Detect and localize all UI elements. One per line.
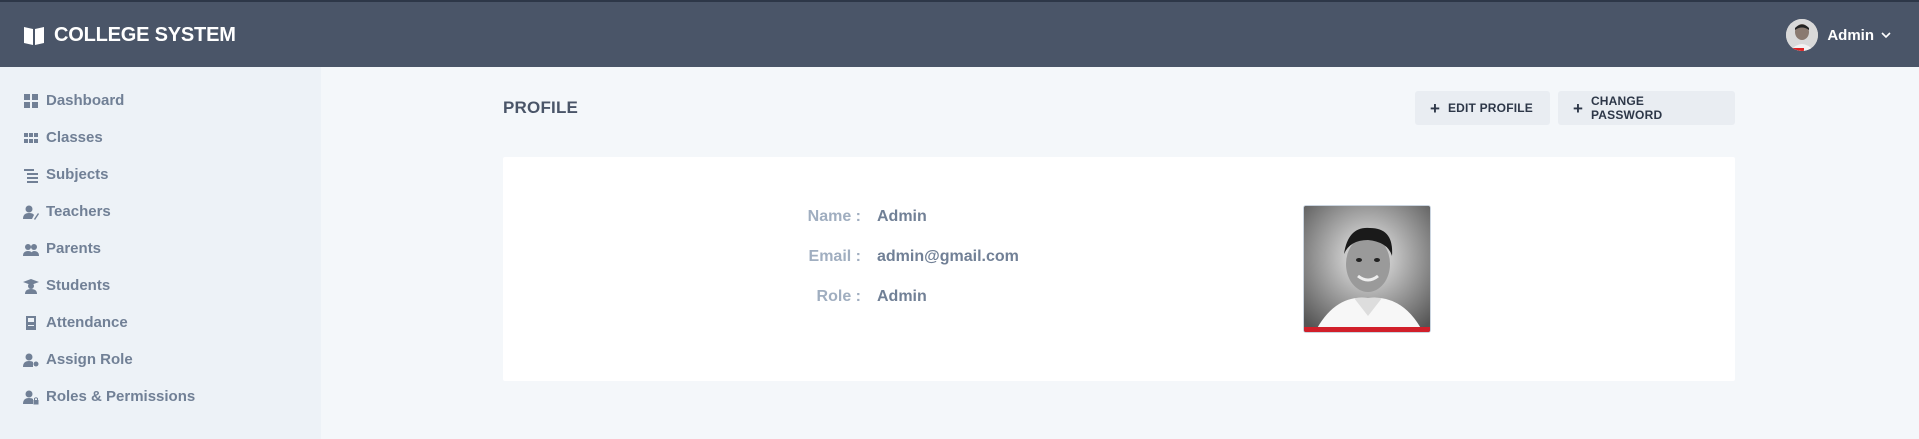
edit-profile-button[interactable]: + EDIT PROFILE — [1415, 91, 1550, 125]
email-label: Email : — [808, 248, 861, 265]
sidebar-item-dashboard[interactable]: Dashboard — [23, 92, 124, 109]
book-icon — [24, 26, 44, 45]
change-password-button[interactable]: + CHANGE PASSWORD — [1558, 91, 1735, 125]
user-lock-icon — [23, 390, 39, 404]
email-value: admin@gmail.com — [877, 248, 1019, 265]
list-icon — [24, 168, 38, 183]
sidebar-item-label: Roles & Permissions — [46, 388, 196, 405]
user-edit-icon — [23, 205, 39, 220]
grid-icon — [24, 93, 38, 108]
sidebar-item-label: Assign Role — [46, 351, 133, 368]
top-navbar: COLLEGE SYSTEM Admin — [0, 0, 1919, 67]
sidebar-item-roles-permissions[interactable]: Roles & Permissions — [23, 388, 195, 405]
plus-icon: + — [1430, 98, 1440, 118]
sidebar-item-assign-role[interactable]: Assign Role — [23, 351, 133, 368]
profile-photo — [1303, 205, 1431, 333]
sidebar-item-attendance[interactable]: Attendance — [23, 314, 128, 331]
sidebar: Dashboard Classes Subjects Teachers Pare… — [0, 67, 321, 439]
users-icon — [23, 243, 39, 256]
clipboard-icon — [26, 315, 36, 330]
sidebar-item-subjects[interactable]: Subjects — [23, 166, 109, 183]
sidebar-item-classes[interactable]: Classes — [23, 129, 103, 146]
apps-icon — [24, 132, 38, 143]
sidebar-item-students[interactable]: Students — [23, 277, 110, 294]
app-title: COLLEGE SYSTEM — [54, 24, 236, 46]
sidebar-item-label: Subjects — [46, 166, 109, 183]
plus-icon: + — [1573, 98, 1583, 118]
sidebar-item-label: Students — [46, 277, 111, 294]
change-password-label: CHANGE PASSWORD — [1590, 94, 1663, 122]
graduate-icon — [23, 278, 39, 294]
sidebar-item-label: Attendance — [46, 314, 128, 331]
page-title: PROFILE — [503, 98, 579, 117]
role-value: Admin — [877, 288, 927, 305]
name-value: Admin — [877, 208, 927, 225]
edit-profile-label: EDIT PROFILE — [1447, 101, 1534, 115]
sidebar-item-label: Parents — [46, 240, 102, 257]
role-label: Role : — [816, 288, 861, 305]
sidebar-item-label: Dashboard — [46, 92, 125, 109]
user-key-icon — [23, 353, 39, 367]
sidebar-item-label: Classes — [46, 129, 103, 146]
avatar — [1786, 19, 1819, 51]
user-menu[interactable]: Admin — [1786, 19, 1892, 51]
profile-card — [503, 157, 1735, 381]
brand-logo[interactable]: COLLEGE SYSTEM — [23, 24, 236, 47]
sidebar-item-teachers[interactable]: Teachers — [23, 203, 111, 220]
sidebar-item-label: Teachers — [46, 203, 111, 220]
name-label: Name : — [807, 208, 861, 225]
chevron-down-icon — [1881, 32, 1891, 39]
user-name: Admin — [1827, 26, 1874, 44]
sidebar-item-parents[interactable]: Parents — [23, 240, 101, 257]
